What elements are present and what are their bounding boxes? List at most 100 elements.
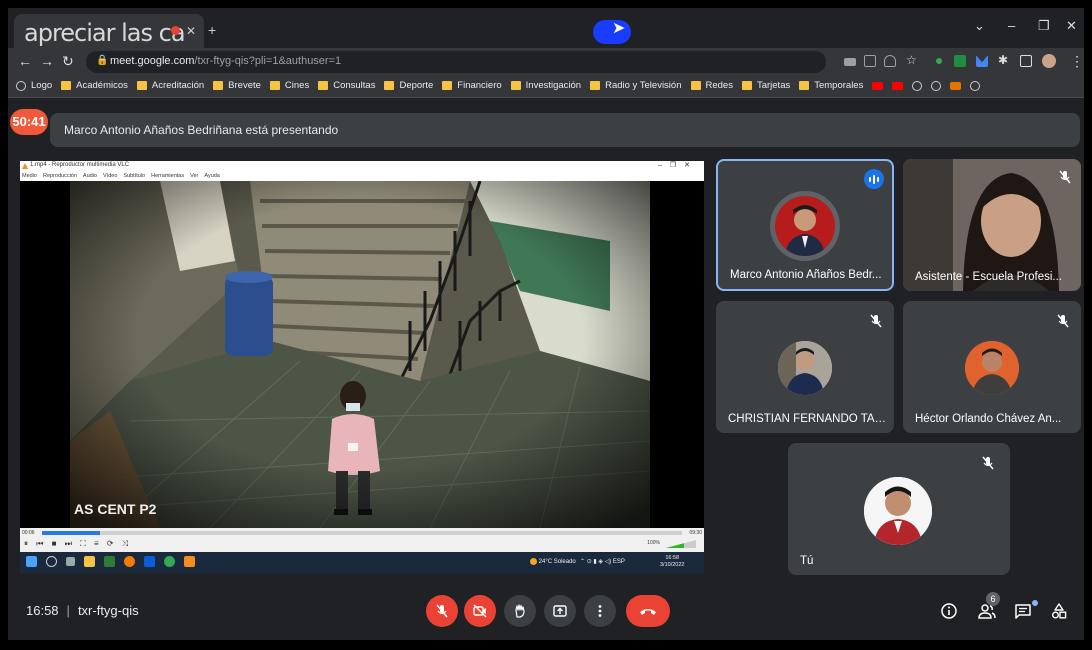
open-in-app-icon[interactable] (864, 55, 876, 67)
folder-icon (318, 81, 329, 90)
globe-icon (912, 80, 923, 91)
youtube-icon (892, 81, 904, 90)
bookmark-folder[interactable]: Temporales (799, 80, 863, 91)
reload-icon[interactable]: ↻ (62, 53, 74, 70)
vlc-taskbar-icon (184, 556, 195, 567)
new-tab-icon[interactable]: + (208, 22, 216, 38)
info-icon (941, 603, 957, 619)
people-button[interactable] (976, 600, 998, 622)
camera-toggle-button[interactable] (464, 595, 496, 627)
vlc-seek-bar[interactable] (42, 531, 682, 535)
file-explorer-icon (84, 556, 95, 567)
vlc-window-title: 1.mp4 - Reproductor multimedia VLC (30, 162, 130, 168)
bookmark-youtube[interactable] (892, 81, 904, 90)
bookmark-folder[interactable]: Cines (269, 80, 309, 91)
browser-tab-strip: apreciar las ca ✕ + ➤ ⌄ – ❐ ✕ (8, 8, 1084, 48)
extension-blue-icon[interactable] (976, 55, 988, 67)
forward-icon[interactable]: → (40, 53, 54, 69)
vlc-seek-progress (42, 531, 100, 535)
participant-tile[interactable]: Héctor Orlando Chávez An... (903, 301, 1081, 433)
bookmark-site[interactable] (931, 80, 942, 91)
youtube-icon (872, 81, 884, 90)
meeting-code: txr-ftyg-qis (77, 603, 139, 618)
camera-off-icon (473, 604, 487, 618)
participant-tile[interactable]: CHRISTIAN FERNANDO TAN... (716, 301, 894, 433)
minimize-icon[interactable]: – (1008, 18, 1015, 33)
vlc-playback-buttons: ⏸ ⏮ ■ ⏭ ⛶ ≡ ⟳ ⤨ (24, 539, 132, 548)
bookmark-youtube[interactable] (872, 81, 884, 90)
bookmark-star-icon[interactable]: ☆ (906, 53, 917, 67)
meeting-time: 16:58 (26, 603, 59, 618)
recording-icon (171, 26, 180, 35)
vlc-menu-item: Herramientas (151, 173, 185, 179)
bookmark-folder[interactable]: Brevete (213, 80, 261, 91)
weather-widget: 24°C Soleado (530, 558, 576, 565)
bookmark-site[interactable] (912, 80, 923, 91)
bookmark-folder[interactable]: Consultas (318, 80, 375, 91)
bookmark-folder[interactable]: Académicos (61, 80, 128, 91)
search-icon (46, 556, 57, 567)
app-icon (950, 81, 962, 90)
tab-close-icon[interactable]: ✕ (186, 24, 196, 38)
browser-toolbar: ← → ↻ 🔒 meet.google.com/txr-ftyg-qis?pli… (8, 48, 1084, 76)
meeting-details-button[interactable] (938, 600, 960, 622)
extension-dot-icon[interactable] (936, 58, 942, 64)
system-tray: ⌃ ⊙ ▮ ◈ ◁) ESP (580, 559, 625, 565)
recording-timer-badge: 50:41 (10, 109, 48, 135)
profile-avatar[interactable] (1042, 54, 1056, 68)
activities-icon (1052, 603, 1067, 619)
presented-screen: 1.mp4 - Reproductor multimedia VLC –❐✕ M… (20, 161, 704, 573)
speaking-indicator-icon (864, 169, 884, 189)
meeting-info: 16:58 | txr-ftyg-qis (26, 603, 139, 618)
participant-tile-self[interactable]: Tú (788, 443, 1010, 575)
microphone-toggle-button[interactable] (426, 595, 458, 627)
restore-icon[interactable]: ❐ (1038, 18, 1050, 34)
bookmark-logo[interactable]: Logo (16, 80, 52, 91)
tab-caption-overlay: apreciar las ca (24, 19, 186, 47)
participant-name: Héctor Orlando Chávez An... (915, 413, 1062, 425)
bookmark-site[interactable] (950, 81, 962, 90)
close-window-icon[interactable]: ✕ (1066, 18, 1077, 34)
tab-search-icon[interactable]: ⌄ (974, 18, 985, 34)
meet-control-bar: 16:58 | txr-ftyg-qis 6 (8, 586, 1084, 640)
more-options-button[interactable] (584, 595, 616, 627)
participant-tile[interactable]: Marco Antonio Añaños Bedr... (716, 159, 894, 291)
extensions-puzzle-icon[interactable]: ✱ (998, 53, 1008, 67)
mic-off-icon (1057, 169, 1073, 185)
bookmark-folder[interactable]: Investigación (510, 80, 581, 91)
browser-tab[interactable]: apreciar las ca ✕ (14, 14, 204, 48)
chat-button[interactable] (1012, 600, 1034, 622)
app-green-icon (104, 556, 115, 567)
presenting-banner: Marco Antonio Añaños Bedriñana está pres… (50, 113, 1080, 147)
url-text: meet.google.com/txr-ftyg-qis?pli=1&authu… (110, 55, 342, 67)
leave-call-button[interactable] (626, 595, 670, 627)
bookmark-folder[interactable]: Radio y Televisión (590, 80, 682, 91)
mic-off-icon (436, 604, 448, 618)
vlc-volume-label: 100% (647, 540, 660, 546)
raise-hand-button[interactable] (504, 595, 536, 627)
vlc-menu-item: Ver (190, 173, 199, 179)
bookmark-folder[interactable]: Acreditación (136, 80, 204, 91)
participant-tile[interactable]: Asistente - Escuela Profesi... (903, 159, 1081, 291)
avatar (965, 341, 1019, 395)
globe-icon (931, 80, 942, 91)
vlc-menu-item: Vídeo (103, 173, 118, 179)
extension-green-icon[interactable] (954, 55, 966, 67)
bookmark-folder[interactable]: Tarjetas (741, 80, 790, 91)
share-icon[interactable] (884, 55, 896, 67)
present-screen-button[interactable] (544, 595, 576, 627)
address-bar[interactable]: 🔒 meet.google.com/txr-ftyg-qis?pli=1&aut… (86, 51, 826, 73)
folder-icon (136, 81, 147, 90)
bookmark-site[interactable] (970, 80, 981, 91)
camera-status-icon[interactable] (844, 58, 856, 66)
bookmark-folder[interactable]: Redes (690, 80, 733, 91)
vlc-cone-icon (22, 163, 28, 169)
back-icon[interactable]: ← (18, 53, 32, 69)
vlc-titlebar: 1.mp4 - Reproductor multimedia VLC –❐✕ (20, 161, 704, 172)
bookmark-folder[interactable]: Financiero (442, 80, 502, 91)
bookmark-folder[interactable]: Deporte (384, 80, 433, 91)
hand-icon (515, 604, 525, 618)
chrome-menu-icon[interactable]: ⋮ (1070, 53, 1084, 70)
activities-button[interactable] (1048, 600, 1070, 622)
side-panel-icon[interactable] (1020, 55, 1032, 67)
